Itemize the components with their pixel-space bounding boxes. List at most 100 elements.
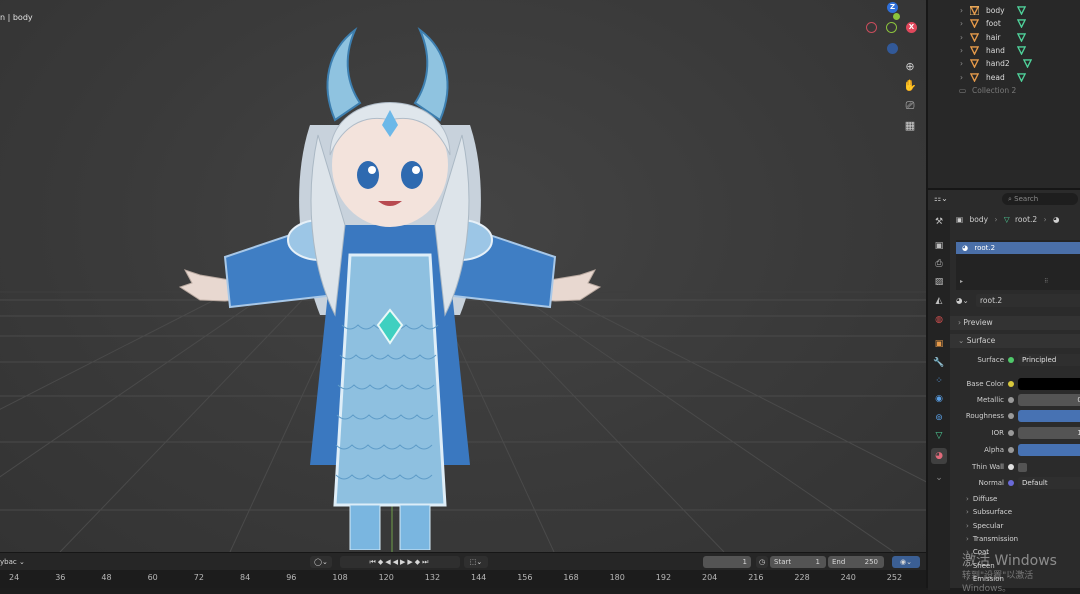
pan-hand-icon[interactable]: ✋: [902, 78, 918, 94]
material-sphere-icon: ◕: [962, 244, 969, 252]
editor-type-icon[interactable]: ⚏⌄: [934, 194, 954, 204]
expand-chevron-icon[interactable]: ›: [960, 44, 963, 57]
outliner-item-body[interactable]: › body: [928, 4, 1080, 17]
prev-key-icon[interactable]: ◆◀: [378, 558, 393, 566]
frame-tick-label: 228: [794, 573, 810, 582]
collection-row[interactable]: ▭ Collection 2: [928, 84, 1080, 97]
base-color-row: Base Color: [950, 377, 1080, 391]
playback-menu[interactable]: ybac ⌄: [0, 556, 30, 568]
world-tab-icon[interactable]: ◍: [933, 314, 945, 326]
material-slot-row[interactable]: ◕ root.2: [956, 242, 1080, 254]
view-layer-tab-icon[interactable]: ▨: [933, 276, 945, 288]
outliner-item-hand2[interactable]: › hand2: [928, 57, 1080, 70]
mesh-data-icon[interactable]: [1023, 59, 1032, 69]
render-tab-icon[interactable]: ▣: [933, 240, 945, 252]
z-axis-handle[interactable]: Z: [887, 2, 898, 13]
jump-start-icon[interactable]: ⏮: [370, 558, 378, 566]
mesh-icon: ▽: [1003, 215, 1010, 224]
expand-chevron-icon[interactable]: ›: [960, 4, 963, 17]
particles-tab-icon[interactable]: ⁘: [933, 375, 945, 387]
end-frame-field[interactable]: End 250: [828, 556, 884, 568]
surface-shader-row: Surface Principled: [950, 353, 1080, 367]
subpanel-specular[interactable]: › Specular: [966, 522, 1003, 530]
outliner-item-head[interactable]: › head: [928, 71, 1080, 84]
current-frame-field[interactable]: 1: [703, 556, 751, 568]
search-input[interactable]: ⌕ Search: [1002, 193, 1078, 205]
bool-socket-dot[interactable]: [1008, 464, 1014, 470]
frame-tick-label: 96: [286, 573, 297, 582]
mesh-data-tab-icon[interactable]: ▽: [933, 430, 945, 442]
subpanel-subsurface[interactable]: › Subsurface: [966, 508, 1012, 516]
frame-tick-label: 72: [193, 573, 204, 582]
physics-tab-icon[interactable]: ◉: [933, 393, 945, 405]
vector-socket-dot[interactable]: [1008, 480, 1014, 486]
color-socket-dot[interactable]: [1008, 381, 1014, 387]
frame-tick-label: 108: [332, 573, 348, 582]
keying-dropdown[interactable]: ◯⌄: [310, 556, 332, 568]
material-datablock[interactable]: ◕⌄ root.2: [956, 294, 1080, 307]
list-resize-handle[interactable]: ⠿: [1044, 278, 1048, 285]
zoom-icon[interactable]: ⊕: [902, 59, 918, 75]
outliner-item-hair[interactable]: › hair: [928, 31, 1080, 44]
y-axis-handle[interactable]: [893, 13, 900, 20]
perspective-grid-icon[interactable]: ▦: [902, 118, 918, 134]
float-socket-dot[interactable]: [1008, 397, 1014, 403]
camera-icon[interactable]: ⎚: [902, 98, 918, 114]
jump-end-icon[interactable]: ⏭: [422, 558, 430, 566]
alpha-row: Alpha 1: [950, 443, 1080, 457]
view-options-icon[interactable]: ◉⌄: [892, 556, 920, 568]
tool-tab-icon[interactable]: ⚒: [933, 216, 945, 228]
right-eye: [401, 161, 423, 189]
timeline-ruler[interactable]: 24 36 48 60 72 84 96 108 120 132 144 156 168 180 192 20…: [0, 570, 926, 588]
mesh-data-icon[interactable]: [1017, 72, 1026, 82]
play-reverse-icon[interactable]: ◀: [393, 558, 400, 566]
neg-x-axis-handle[interactable]: [866, 22, 877, 33]
frame-tick-label: 168: [563, 573, 579, 582]
playback-controls[interactable]: ⏮◆◀◀▶▶◆⏭: [340, 556, 460, 568]
surface-panel-header[interactable]: ⌄ Surface: [950, 334, 1080, 348]
x-axis-handle[interactable]: X: [906, 22, 917, 33]
preview-panel-header[interactable]: › Preview: [950, 316, 1080, 330]
auto-key-toggle[interactable]: ⬚⌄: [464, 556, 488, 568]
expand-chevron-icon[interactable]: ›: [960, 71, 963, 84]
output-tab-icon[interactable]: ⎙: [933, 258, 945, 270]
frame-tick-label: 156: [517, 573, 533, 582]
mesh-data-icon[interactable]: [1017, 19, 1026, 29]
expand-chevron-icon[interactable]: ›: [960, 57, 963, 70]
left-horn: [326, 26, 362, 122]
outliner-item-foot[interactable]: › foot: [928, 17, 1080, 30]
scene-tab-icon[interactable]: ◭: [933, 295, 945, 307]
list-expand-icon[interactable]: ▸: [960, 278, 963, 285]
object-tab-icon[interactable]: ▣: [933, 338, 945, 350]
right-horn: [413, 26, 449, 122]
neg-y-axis-handle[interactable]: [886, 22, 897, 33]
roughness-row: Roughness 1: [950, 409, 1080, 423]
float-socket-dot[interactable]: [1008, 413, 1014, 419]
frame-tick-label: 240: [840, 573, 856, 582]
chevron-right-icon: ›: [966, 521, 969, 530]
subpanel-transmission[interactable]: › Transmission: [966, 535, 1018, 543]
start-frame-field[interactable]: Start 1: [770, 556, 826, 568]
modifier-tab-icon[interactable]: 🔧: [933, 357, 945, 369]
mesh-data-icon[interactable]: [1017, 32, 1026, 42]
subpanel-diffuse[interactable]: › Diffuse: [966, 495, 997, 503]
constraints-tab-icon[interactable]: ⊚: [933, 412, 945, 424]
thin-wall-checkbox[interactable]: [1018, 463, 1027, 472]
outliner-item-hand[interactable]: › hand: [928, 44, 1080, 57]
float-socket-dot[interactable]: [1008, 430, 1014, 436]
mesh-data-icon[interactable]: [1017, 6, 1026, 15]
next-key-icon[interactable]: ▶◆: [407, 558, 422, 566]
object-info-label: n | body: [0, 13, 33, 22]
character-model[interactable]: [170, 25, 610, 550]
material-tab-icon[interactable]: ◕: [931, 448, 947, 464]
expand-chevron-icon[interactable]: ›: [960, 17, 963, 30]
expand-chevron-icon[interactable]: ›: [960, 31, 963, 44]
tabs-more-icon[interactable]: ⌄: [933, 472, 945, 484]
shader-socket-dot[interactable]: [1008, 357, 1014, 363]
material-browse-icon[interactable]: ◕⌄: [956, 296, 969, 305]
float-socket-dot[interactable]: [1008, 447, 1014, 453]
mesh-data-icon[interactable]: [1017, 46, 1026, 55]
base-color-swatch[interactable]: [1018, 378, 1080, 390]
neg-z-axis-handle[interactable]: [887, 43, 898, 54]
3d-viewport[interactable]: n | body Z X ⊕ ✋ ⎚ ▦: [0, 0, 926, 552]
